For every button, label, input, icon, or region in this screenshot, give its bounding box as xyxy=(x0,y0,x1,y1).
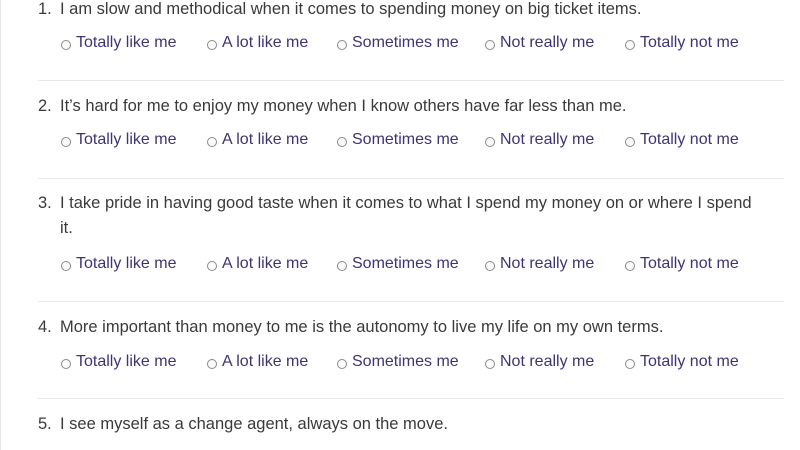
option-sometimes-me[interactable]: Sometimes me xyxy=(337,252,459,276)
question-number: 3. xyxy=(38,194,52,212)
question-text: It’s hard for me to enjoy my money when … xyxy=(60,97,627,115)
radio-button[interactable] xyxy=(337,40,347,50)
radio-button[interactable] xyxy=(61,359,71,369)
question-text: I see myself as a change agent, always o… xyxy=(60,415,448,433)
option-label: Totally like me xyxy=(76,353,177,370)
option-label: A lot like me xyxy=(222,255,309,272)
radio-button[interactable] xyxy=(337,261,347,271)
option-label: A lot like me xyxy=(222,353,309,370)
option-label: Totally not me xyxy=(640,255,739,272)
question-text: I take pride in having good taste when i… xyxy=(60,194,752,237)
radio-button[interactable] xyxy=(485,261,495,271)
question-divider xyxy=(38,178,784,179)
option-label: A lot like me xyxy=(222,131,309,148)
question-number: 5. xyxy=(38,415,52,433)
question-number: 4. xyxy=(38,318,52,336)
option-label: Sometimes me xyxy=(352,353,459,370)
option-a-lot-like-me[interactable]: A lot like me xyxy=(207,31,308,55)
question-text: More important than money to me is the a… xyxy=(60,318,664,336)
radio-button[interactable] xyxy=(625,40,635,50)
option-sometimes-me[interactable]: Sometimes me xyxy=(337,128,459,152)
option-totally-not-me[interactable]: Totally not me xyxy=(625,31,739,55)
radio-button[interactable] xyxy=(485,359,495,369)
option-label: Totally like me xyxy=(76,131,177,148)
option-label: Not really me xyxy=(500,255,595,272)
question-divider xyxy=(38,301,784,302)
answer-options: Totally like me A lot like me Sometimes … xyxy=(0,252,800,276)
option-totally-like-me[interactable]: Totally like me xyxy=(61,252,176,276)
radio-button[interactable] xyxy=(207,359,217,369)
option-totally-not-me[interactable]: Totally not me xyxy=(625,128,739,152)
option-a-lot-like-me[interactable]: A lot like me xyxy=(207,350,308,374)
option-label: A lot like me xyxy=(222,34,309,51)
option-not-really-me[interactable]: Not really me xyxy=(485,252,594,276)
question-divider xyxy=(38,80,784,81)
answer-options: Totally like me A lot like me Sometimes … xyxy=(0,128,800,152)
answer-options: Totally like me A lot like me Sometimes … xyxy=(0,31,800,55)
question-text: I am slow and methodical when it comes t… xyxy=(60,0,642,18)
radio-button[interactable] xyxy=(625,137,635,147)
radio-button[interactable] xyxy=(207,261,217,271)
option-label: Sometimes me xyxy=(352,131,459,148)
option-a-lot-like-me[interactable]: A lot like me xyxy=(207,128,308,152)
option-label: Totally not me xyxy=(640,131,739,148)
option-label: Sometimes me xyxy=(352,255,459,272)
option-not-really-me[interactable]: Not really me xyxy=(485,128,594,152)
radio-button[interactable] xyxy=(207,40,217,50)
option-label: Sometimes me xyxy=(352,34,459,51)
radio-button[interactable] xyxy=(337,359,347,369)
option-not-really-me[interactable]: Not really me xyxy=(485,31,594,55)
option-sometimes-me[interactable]: Sometimes me xyxy=(337,31,459,55)
option-totally-not-me[interactable]: Totally not me xyxy=(625,350,739,374)
radio-button[interactable] xyxy=(61,261,71,271)
option-not-really-me[interactable]: Not really me xyxy=(485,350,594,374)
option-sometimes-me[interactable]: Sometimes me xyxy=(337,350,459,374)
option-label: Totally not me xyxy=(640,34,739,51)
radio-button[interactable] xyxy=(485,137,495,147)
radio-button[interactable] xyxy=(625,261,635,271)
radio-button[interactable] xyxy=(337,137,347,147)
radio-button[interactable] xyxy=(485,40,495,50)
page-left-border xyxy=(0,0,1,450)
radio-button[interactable] xyxy=(207,137,217,147)
option-label: Not really me xyxy=(500,353,595,370)
question-number: 1. xyxy=(38,0,52,18)
option-totally-like-me[interactable]: Totally like me xyxy=(61,128,176,152)
question-divider xyxy=(38,398,784,399)
radio-button[interactable] xyxy=(61,40,71,50)
option-totally-like-me[interactable]: Totally like me xyxy=(61,31,176,55)
question-number: 2. xyxy=(38,97,52,115)
answer-options: Totally like me A lot like me Sometimes … xyxy=(0,350,800,374)
option-label: Totally like me xyxy=(76,255,177,272)
option-totally-like-me[interactable]: Totally like me xyxy=(61,350,176,374)
option-label: Totally like me xyxy=(76,34,177,51)
option-label: Totally not me xyxy=(640,353,739,370)
option-a-lot-like-me[interactable]: A lot like me xyxy=(207,252,308,276)
radio-button[interactable] xyxy=(625,359,635,369)
option-label: Not really me xyxy=(500,131,595,148)
option-label: Not really me xyxy=(500,34,595,51)
radio-button[interactable] xyxy=(61,137,71,147)
option-totally-not-me[interactable]: Totally not me xyxy=(625,252,739,276)
